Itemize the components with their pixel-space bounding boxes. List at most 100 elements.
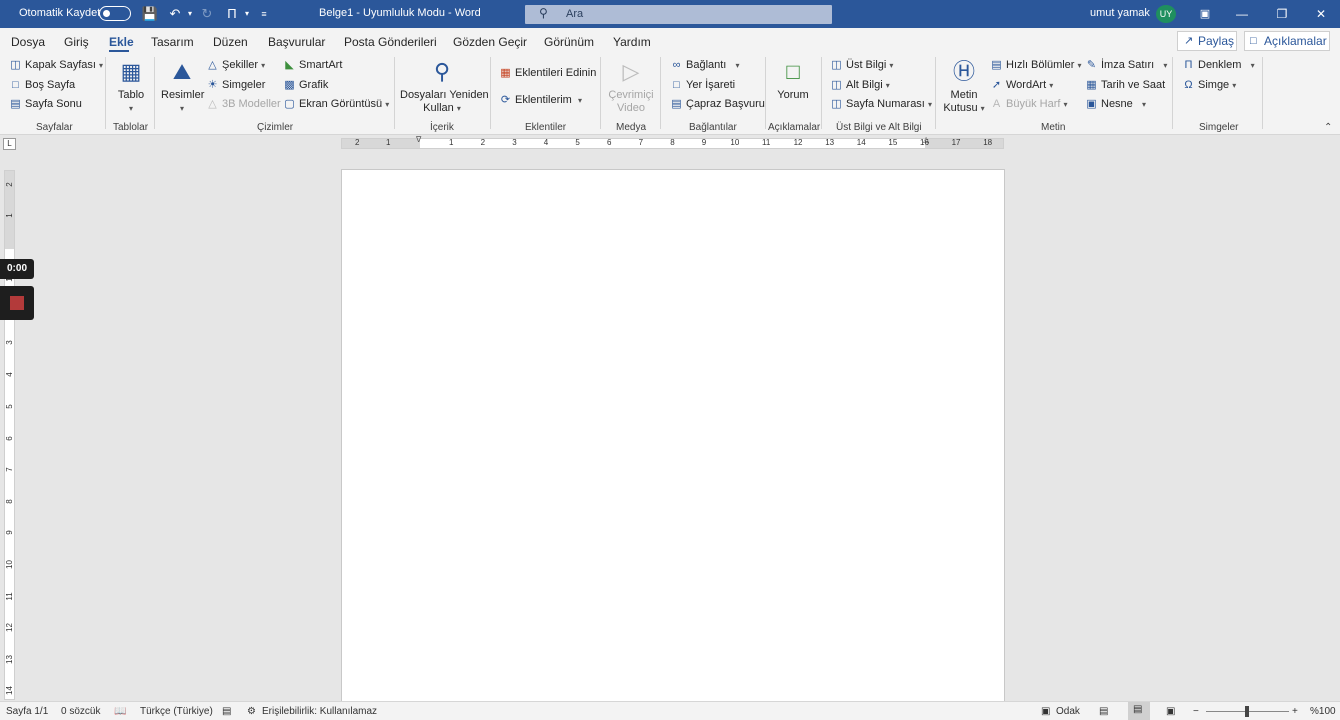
proofing-icon[interactable]: 📖 [114,706,126,717]
reuse-files-label-line2: Kullan [423,102,454,114]
indent-marker-icon[interactable]: ∇ [416,135,421,144]
minimize-icon[interactable]: — [1232,5,1252,23]
ruler-number: 2 [480,138,486,147]
web-layout-icon[interactable]: ▣ [1166,706,1175,717]
zoom-in-icon[interactable]: + [1292,706,1298,717]
group-separator [105,57,106,129]
equation-dropdown-icon[interactable]: ▾ [238,5,256,23]
tab-posta-gonderileri[interactable]: Posta Gönderileri [344,35,437,49]
ruler-number: 12 [5,623,14,632]
horizontal-ruler[interactable]: 2 1 ∇ △ 1 2 3 4 5 6 7 8 9 10 11 12 13 14 15 16 17 18 [341,135,1004,149]
header-button[interactable]: ◫ Üst Bilgi ▾ [830,58,893,73]
print-layout-button[interactable]: ▤ [1128,702,1150,720]
pictures-button[interactable]: ⛰ Resimler ▾ [161,58,204,115]
blank-page-button[interactable]: □ Boş Sayfa [9,78,75,92]
comment-button[interactable]: □ Yorum [773,58,813,102]
video-icon: ▷ [622,59,640,84]
page-count[interactable]: Sayfa 1/1 [6,706,48,717]
symbol-button[interactable]: Ω Simge ▾ [1182,78,1236,93]
group-label-medya: Medya [616,122,647,133]
bookmark-button[interactable]: □ Yer İşareti [670,78,735,92]
tab-yardim[interactable]: Yardım [613,35,651,49]
ruler-number: 1 [449,138,454,147]
ruler-number: 11 [762,138,771,147]
footer-button[interactable]: ◫ Alt Bilgi ▾ [830,78,889,93]
page-break-button[interactable]: ▤ Sayfa Sonu [9,97,82,111]
date-time-button[interactable]: ▦ Tarih ve Saat [1085,78,1165,92]
customize-qa-icon[interactable]: ≡ [255,5,273,23]
tab-duzen[interactable]: Düzen [213,35,248,49]
word-count[interactable]: 0 sözcük [61,706,100,717]
reuse-files-button[interactable]: ⚲ Dosyaları Yeniden Kullan ▾ [400,58,489,115]
save-icon[interactable]: 💾 [141,5,159,23]
avatar[interactable]: UY [1156,5,1176,23]
get-addins-button[interactable]: ▦ Eklentileri Edinin [499,66,596,80]
comment-icon: □ [1250,35,1257,47]
quick-parts-button[interactable]: ▤ Hızlı Bölümler ▾ [990,58,1081,73]
text-box-label-line2: Kutusu [943,102,978,114]
table-button[interactable]: ▦ Tablo ▾ [113,58,149,115]
wordart-icon: ➚ [991,79,1002,91]
zoom-out-icon[interactable]: − [1193,706,1199,717]
screenshot-button[interactable]: ▢ Ekran Görüntüsü ▾ [283,97,389,112]
vertical-ruler[interactable]: 211234567891011121314 [4,170,15,700]
wordart-button[interactable]: ➚ WordArt ▾ [990,78,1053,93]
tab-dosya[interactable]: Dosya [11,35,45,49]
language[interactable]: Türkçe (Türkiye) [140,706,213,717]
stop-recording-button[interactable] [0,286,34,320]
user-name[interactable]: umut yamak [1090,7,1150,19]
link-button[interactable]: ∞ Bağlantı ▾ [670,58,740,73]
online-video-label-line1: Çevrimiçi [608,89,654,101]
tab-gozden-gecir[interactable]: Gözden Geçir [453,35,527,49]
comments-button[interactable]: □ Açıklamalar [1244,31,1330,51]
tab-ekle[interactable]: Ekle [109,35,134,49]
share-label: Paylaş [1198,34,1235,48]
tab-stop-selector[interactable]: L [3,138,16,150]
ribbon-display-options-icon[interactable]: ▣ [1195,5,1215,23]
icons-icon: ☀ [207,79,218,91]
focus-mode[interactable]: Odak [1056,706,1080,717]
cover-page-button[interactable]: ◫ Kapak Sayfası ▾ [9,58,103,73]
my-addins-button[interactable]: ⟳ Eklentilerim ▾ [499,93,582,108]
undo-dropdown-icon[interactable]: ▾ [181,5,199,23]
track-changes-icon[interactable]: ▤ [222,706,231,717]
object-button[interactable]: ▣ Nesne ▾ [1085,97,1146,112]
text-box-button[interactable]: Ⓗ Metin Kutusu ▾ [943,58,985,115]
restore-icon[interactable]: ❐ [1272,5,1292,23]
signature-line-button[interactable]: ✎ İmza Satırı ▾ [1085,58,1167,73]
chart-icon: ▩ [284,79,295,91]
shapes-button[interactable]: △ Şekiller ▾ [206,58,265,73]
close-icon[interactable]: ✕ [1311,5,1331,23]
tab-gorunum[interactable]: Görünüm [544,35,594,49]
chart-button[interactable]: ▩ Grafik [283,78,328,92]
cross-reference-button[interactable]: ▤ Çapraz Başvuru [670,97,765,111]
group-separator [600,57,601,129]
read-mode-icon[interactable]: ▤ [1099,706,1108,717]
ruler-left-margin [342,139,420,148]
tab-giris[interactable]: Giriş [64,35,89,49]
zoom-slider-thumb[interactable] [1245,706,1249,717]
redo-icon: ↻ [201,6,213,21]
icons-button[interactable]: ☀ Simgeler [206,78,266,92]
my-addins-label: Eklentilerim [515,94,572,106]
ruler-number: 2 [355,138,360,147]
tab-basvurular[interactable]: Başvurular [268,35,325,49]
share-button[interactable]: ↗ Paylaş [1177,31,1237,51]
link-icon: ∞ [672,59,681,71]
blank-page-label: Boş Sayfa [25,79,76,91]
smartart-button[interactable]: ◣ SmartArt [283,58,342,72]
document-page[interactable] [341,169,1005,709]
page-number-button[interactable]: ◫ Sayfa Numarası ▾ [830,97,932,112]
search-box[interactable]: ⚲ Ara [525,5,832,24]
zoom-level[interactable]: %100 [1310,706,1336,717]
link-label: Bağlantı [686,59,727,71]
ruler-number: 3 [5,340,14,345]
equation-button[interactable]: Π Denklem ▾ [1182,58,1255,73]
cover-page-icon: ◫ [10,59,21,71]
collapse-ribbon-icon[interactable]: ⌃ [1324,122,1332,133]
shapes-icon: △ [208,59,217,71]
tab-tasarim[interactable]: Tasarım [151,35,194,49]
group-separator [1172,57,1173,129]
accessibility-status[interactable]: Erişilebilirlik: Kullanılamaz [262,706,377,717]
autosave-toggle[interactable] [99,6,131,21]
